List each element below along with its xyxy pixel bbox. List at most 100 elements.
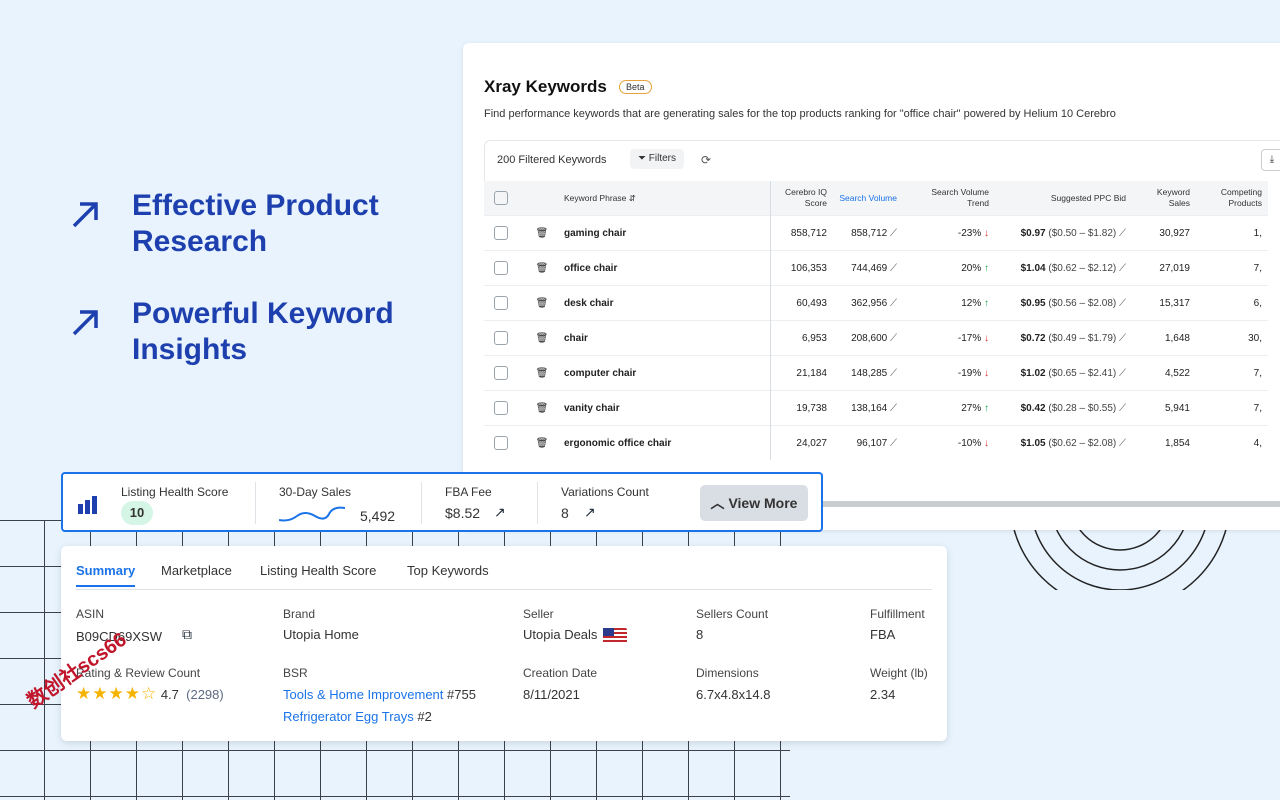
trend-arrow-icon: ↓ bbox=[984, 437, 989, 449]
asin-label: ASIN bbox=[76, 607, 105, 621]
row-checkbox[interactable] bbox=[484, 285, 526, 321]
tab-summary[interactable]: Summary bbox=[76, 563, 136, 587]
table-row: 🗑 computer chair 21,184 148,285 ⟋ -19% ↓ $1.0… bbox=[484, 355, 1268, 391]
keyword-sales: 30,927 bbox=[1132, 215, 1196, 251]
competing-products: 7, bbox=[1196, 390, 1268, 426]
col-suggested-ppc-bid[interactable]: Suggested PPC Bid bbox=[995, 181, 1132, 216]
variations-value: 8 bbox=[561, 505, 569, 521]
trash-icon[interactable]: 🗑 bbox=[526, 425, 558, 460]
trend-chart-icon: ⟋ bbox=[890, 262, 897, 274]
table-row: 🗑 office chair 106,353 744,469 ⟋ 20% ↑ $1.04 … bbox=[484, 250, 1268, 286]
trend-chart-icon: ⟋ bbox=[1119, 402, 1126, 414]
bsr-category-link[interactable]: Refrigerator Egg Trays bbox=[283, 709, 414, 724]
promo-text: Powerful Keyword Insights bbox=[132, 297, 394, 366]
col-search-volume[interactable]: Search Volume bbox=[833, 181, 903, 216]
bsr-label: BSR bbox=[283, 666, 308, 680]
cerebro-iq-score: 858,712 bbox=[770, 215, 833, 251]
trash-icon[interactable]: 🗑 bbox=[526, 215, 558, 251]
rating-value: ★★★★☆ 4.7 (2298) bbox=[76, 684, 224, 703]
row-checkbox[interactable] bbox=[484, 320, 526, 356]
search-volume: 138,164 ⟋ bbox=[833, 390, 903, 426]
trend-arrow-icon: ↑ bbox=[984, 402, 989, 414]
filtered-count: 200 Filtered Keywords bbox=[497, 154, 607, 166]
creation-date-value: 8/11/2021 bbox=[523, 687, 580, 702]
product-summary-card: Summary Marketplace Listing Health Score… bbox=[61, 546, 947, 741]
view-more-button[interactable]: ︿ View More bbox=[700, 485, 808, 521]
keyword-sales: 5,941 bbox=[1132, 390, 1196, 426]
col-cerebro-iq[interactable]: Cerebro IQ Score bbox=[770, 181, 833, 216]
search-volume: 148,285 ⟋ bbox=[833, 355, 903, 391]
suggested-ppc-bid: $0.97 ($0.50 – $1.82) ⟋ bbox=[995, 215, 1132, 251]
row-checkbox[interactable] bbox=[484, 250, 526, 286]
tab-top-keywords[interactable]: Top Keywords bbox=[407, 563, 489, 578]
dimensions-value: 6.7x4.8x14.8 bbox=[696, 687, 771, 702]
col-search-volume-trend[interactable]: Search Volume Trend bbox=[903, 181, 995, 216]
competing-products: 6, bbox=[1196, 285, 1268, 321]
trend-chart-icon: ⟋ bbox=[890, 297, 897, 309]
listing-health-score: 10 bbox=[121, 501, 153, 525]
refresh-icon[interactable]: ⟳ bbox=[701, 153, 711, 167]
panel-title: Xray Keywords bbox=[484, 77, 607, 96]
listing-health-label: Listing Health Score bbox=[121, 485, 229, 499]
brand-value: Utopia Home bbox=[283, 627, 359, 642]
tab-listing-health-score[interactable]: Listing Health Score bbox=[260, 563, 376, 578]
cerebro-iq-score: 21,184 bbox=[770, 355, 833, 391]
competing-products: 7, bbox=[1196, 355, 1268, 391]
col-keyword-sales[interactable]: Keyword Sales bbox=[1132, 181, 1196, 216]
col-keyword-phrase[interactable]: Keyword Phrase ⇵ bbox=[558, 181, 771, 216]
sales-sparkline bbox=[279, 506, 345, 522]
trash-icon[interactable]: 🗑 bbox=[526, 250, 558, 286]
table-row: 🗑 chair 6,953 208,600 ⟋ -17% ↓ $0.72 ($0.49 –… bbox=[484, 320, 1268, 356]
cerebro-iq-score: 106,353 bbox=[770, 250, 833, 286]
trend-chart-icon: ⟋ bbox=[1119, 437, 1126, 449]
summary-tabs: Summary Marketplace Listing Health Score… bbox=[76, 563, 932, 590]
beta-badge: Beta bbox=[619, 80, 652, 94]
row-checkbox[interactable] bbox=[484, 425, 526, 460]
select-all-checkbox[interactable] bbox=[484, 181, 526, 216]
table-toolbar: 200 Filtered Keywords ⏷ Filters ⟳ ⤓ bbox=[484, 140, 1280, 181]
suggested-ppc-bid: $1.02 ($0.65 – $2.41) ⟋ bbox=[995, 355, 1132, 391]
trend-arrow-icon: ↓ bbox=[984, 367, 989, 379]
seller-value: Utopia Deals bbox=[523, 627, 628, 644]
trend-chart-icon: ⟋ bbox=[890, 367, 897, 379]
download-icon[interactable]: ⤓ bbox=[1261, 149, 1280, 171]
trash-icon[interactable]: 🗑 bbox=[526, 320, 558, 356]
row-checkbox[interactable] bbox=[484, 215, 526, 251]
fba-fee-label: FBA Fee bbox=[445, 485, 492, 499]
external-link-icon[interactable]: ↗ bbox=[494, 504, 506, 521]
row-checkbox[interactable] bbox=[484, 390, 526, 426]
trend-chart-icon: ⟋ bbox=[890, 402, 897, 414]
bsr-category-link[interactable]: Tools & Home Improvement bbox=[283, 687, 443, 702]
filters-button[interactable]: ⏷ Filters bbox=[630, 149, 685, 169]
trash-icon[interactable]: 🗑 bbox=[526, 285, 558, 321]
trend-chart-icon: ⟋ bbox=[1119, 262, 1126, 274]
external-link-icon[interactable]: ↗ bbox=[584, 504, 596, 521]
keyword-phrase: chair bbox=[558, 320, 771, 356]
xray-keywords-panel: Xray Keywords Beta Find performance keyw… bbox=[463, 43, 1280, 530]
copy-icon[interactable]: ⧉ bbox=[182, 626, 192, 643]
trend-arrow-icon: ↓ bbox=[984, 227, 989, 239]
table-row: 🗑 vanity chair 19,738 138,164 ⟋ 27% ↑ $0.42 (… bbox=[484, 390, 1268, 426]
col-competing-products[interactable]: Competing Products bbox=[1196, 181, 1268, 216]
search-volume-trend: -10% ↓ bbox=[903, 425, 995, 460]
trend-chart-icon: ⟋ bbox=[890, 332, 897, 344]
tab-marketplace[interactable]: Marketplace bbox=[161, 563, 232, 578]
trend-chart-icon: ⟋ bbox=[1119, 227, 1126, 239]
search-volume-trend: -23% ↓ bbox=[903, 215, 995, 251]
competing-products: 7, bbox=[1196, 250, 1268, 286]
weight-label: Weight (lb) bbox=[870, 666, 928, 680]
trash-icon[interactable]: 🗑 bbox=[526, 355, 558, 391]
brand-label: Brand bbox=[283, 607, 316, 621]
keyword-phrase: vanity chair bbox=[558, 390, 771, 426]
search-volume-trend: 20% ↑ bbox=[903, 250, 995, 286]
suggested-ppc-bid: $1.05 ($0.62 – $2.08) ⟋ bbox=[995, 425, 1132, 460]
bar-chart-icon bbox=[78, 496, 97, 514]
creation-date-label: Creation Date bbox=[523, 666, 598, 680]
search-volume-trend: 27% ↑ bbox=[903, 390, 995, 426]
dimensions-label: Dimensions bbox=[696, 666, 759, 680]
keyword-sales: 1,648 bbox=[1132, 320, 1196, 356]
row-checkbox[interactable] bbox=[484, 355, 526, 391]
trash-icon[interactable]: 🗑 bbox=[526, 390, 558, 426]
table-row: 🗑 gaming chair 858,712 858,712 ⟋ -23% ↓ $0.97… bbox=[484, 215, 1268, 251]
cerebro-iq-score: 60,493 bbox=[770, 285, 833, 321]
